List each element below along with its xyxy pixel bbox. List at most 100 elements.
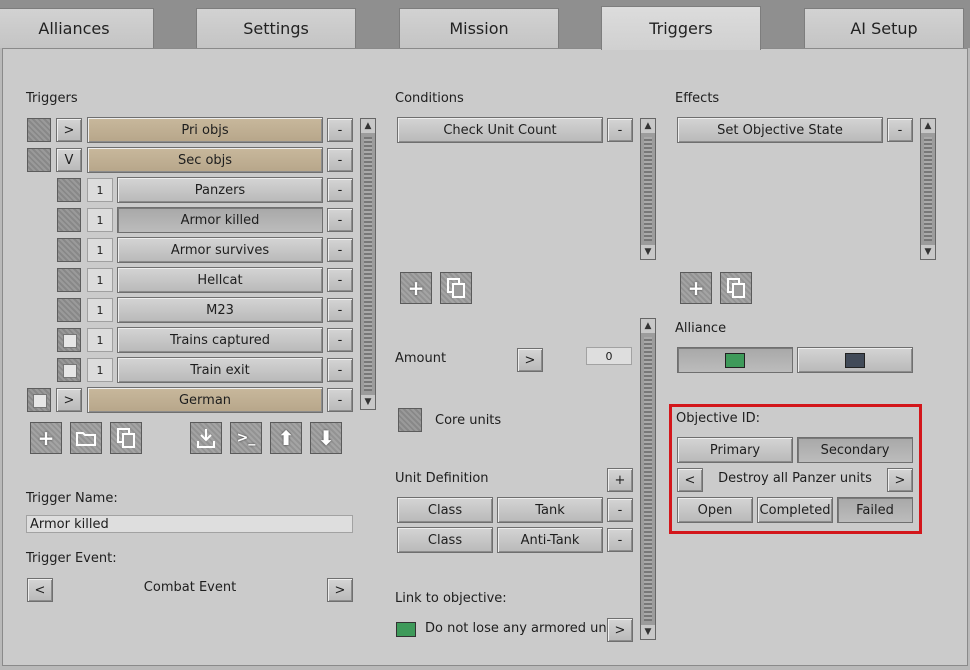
primary-button[interactable]: Primary — [677, 437, 793, 463]
remove-trigger-button[interactable]: - — [327, 358, 353, 382]
scroll-up-icon[interactable]: ▲ — [361, 119, 375, 133]
remove-unit-def-button[interactable]: - — [607, 528, 633, 552]
copy-icon[interactable] — [720, 272, 752, 304]
conditions-scrollbar[interactable]: ▲ ▼ — [640, 118, 656, 260]
scroll-down-icon[interactable]: ▼ — [361, 395, 375, 409]
expand-button[interactable]: V — [56, 148, 82, 172]
trigger-index: 1 — [87, 268, 113, 292]
unit-def-key[interactable]: Class — [397, 527, 493, 553]
objective-next-button[interactable]: > — [887, 468, 913, 492]
trigger-item[interactable]: Pri objs — [87, 117, 323, 143]
objective-prev-button[interactable]: < — [677, 468, 703, 492]
effects-heading: Effects — [675, 91, 720, 106]
scroll-down-icon[interactable]: ▼ — [641, 245, 655, 259]
scroll-thumb[interactable] — [924, 137, 932, 241]
tab-triggers[interactable]: Triggers — [601, 6, 761, 50]
unit-def-value[interactable]: Tank — [497, 497, 603, 523]
remove-trigger-button[interactable]: - — [327, 388, 353, 412]
remove-condition-button[interactable]: - — [607, 118, 633, 142]
trigger-item[interactable]: German — [87, 387, 323, 413]
arrow-down-icon[interactable]: ⬇ — [310, 422, 342, 454]
trigger-item[interactable]: Sec objs — [87, 147, 323, 173]
unit-definition-label: Unit Definition — [395, 471, 489, 486]
effects-scrollbar[interactable]: ▲ ▼ — [920, 118, 936, 260]
scroll-thumb[interactable] — [364, 137, 372, 391]
trigger-item[interactable]: Panzers — [117, 177, 323, 203]
trigger-item[interactable]: Train exit — [117, 357, 323, 383]
arrow-up-icon[interactable]: ⬆ — [270, 422, 302, 454]
remove-trigger-button[interactable]: - — [327, 268, 353, 292]
folder-icon[interactable] — [70, 422, 102, 454]
tab-ai-setup[interactable]: AI Setup — [804, 8, 964, 48]
trigger-event-value: Combat Event — [143, 580, 237, 595]
tab-mission[interactable]: Mission — [399, 8, 559, 48]
effect-item[interactable]: Set Objective State — [677, 117, 883, 143]
remove-trigger-button[interactable]: - — [327, 118, 353, 142]
trigger-name-input[interactable]: Armor killed — [26, 515, 353, 533]
event-next-button[interactable]: > — [327, 578, 353, 602]
remove-trigger-button[interactable]: - — [327, 298, 353, 322]
console-icon[interactable]: >_ — [230, 422, 262, 454]
amount-input[interactable]: 0 — [586, 347, 632, 365]
secondary-button[interactable]: Secondary — [797, 437, 913, 463]
tab-bar: Alliances Settings Mission Triggers AI S… — [0, 0, 970, 50]
amount-button[interactable]: > — [517, 348, 543, 372]
trigger-index: 1 — [87, 178, 113, 202]
remove-trigger-button[interactable]: - — [327, 208, 353, 232]
trigger-checkbox-checked[interactable] — [57, 328, 81, 352]
event-prev-button[interactable]: < — [27, 578, 53, 602]
copy-icon[interactable] — [440, 272, 472, 304]
import-icon[interactable] — [190, 422, 222, 454]
remove-trigger-button[interactable]: - — [327, 178, 353, 202]
add-effect-icon[interactable]: + — [680, 272, 712, 304]
triggers-scrollbar[interactable]: ▲ ▼ — [360, 118, 376, 410]
expand-button[interactable]: > — [56, 388, 82, 412]
amount-label: Amount — [395, 351, 447, 366]
unit-def-value[interactable]: Anti-Tank — [497, 527, 603, 553]
trigger-checkbox[interactable] — [57, 238, 81, 262]
unit-def-key[interactable]: Class — [397, 497, 493, 523]
core-units-checkbox[interactable] — [398, 408, 422, 432]
trigger-checkbox[interactable] — [57, 208, 81, 232]
trigger-checkbox[interactable] — [57, 268, 81, 292]
trigger-checkbox-checked[interactable] — [27, 388, 51, 412]
tab-alliances[interactable]: Alliances — [0, 8, 154, 48]
trigger-item[interactable]: Trains captured — [117, 327, 323, 353]
state-completed-button[interactable]: Completed — [757, 497, 833, 523]
tab-settings[interactable]: Settings — [196, 8, 356, 48]
trigger-item-selected[interactable]: Armor killed — [117, 207, 323, 233]
alliance-option-green[interactable] — [677, 347, 793, 373]
link-objective-button[interactable]: > — [607, 618, 633, 642]
scroll-down-icon[interactable]: ▼ — [921, 245, 935, 259]
remove-unit-def-button[interactable]: - — [607, 498, 633, 522]
trigger-item[interactable]: Armor survives — [117, 237, 323, 263]
scroll-thumb[interactable] — [644, 137, 652, 241]
condition-details-scrollbar[interactable]: ▲ ▼ — [640, 318, 656, 640]
trigger-item[interactable]: Hellcat — [117, 267, 323, 293]
remove-trigger-button[interactable]: - — [327, 328, 353, 352]
trigger-checkbox[interactable] — [27, 118, 51, 142]
trigger-checkbox[interactable] — [57, 298, 81, 322]
state-open-button[interactable]: Open — [677, 497, 753, 523]
remove-trigger-button[interactable]: - — [327, 148, 353, 172]
add-unit-definition-button[interactable]: + — [607, 468, 633, 492]
trigger-checkbox-checked[interactable] — [57, 358, 81, 382]
scroll-up-icon[interactable]: ▲ — [641, 119, 655, 133]
expand-button[interactable]: > — [56, 118, 82, 142]
add-condition-icon[interactable]: + — [400, 272, 432, 304]
trigger-checkbox[interactable] — [27, 148, 51, 172]
scroll-up-icon[interactable]: ▲ — [641, 319, 655, 333]
alliance-option-dark[interactable] — [797, 347, 913, 373]
scroll-down-icon[interactable]: ▼ — [641, 625, 655, 639]
condition-item[interactable]: Check Unit Count — [397, 117, 603, 143]
remove-effect-button[interactable]: - — [887, 118, 913, 142]
scroll-up-icon[interactable]: ▲ — [921, 119, 935, 133]
state-failed-button[interactable]: Failed — [837, 497, 913, 523]
trigger-item[interactable]: M23 — [117, 297, 323, 323]
green-swatch — [725, 352, 745, 368]
copy-icon[interactable] — [110, 422, 142, 454]
add-icon[interactable]: + — [30, 422, 62, 454]
scroll-thumb[interactable] — [644, 337, 652, 621]
trigger-checkbox[interactable] — [57, 178, 81, 202]
remove-trigger-button[interactable]: - — [327, 238, 353, 262]
